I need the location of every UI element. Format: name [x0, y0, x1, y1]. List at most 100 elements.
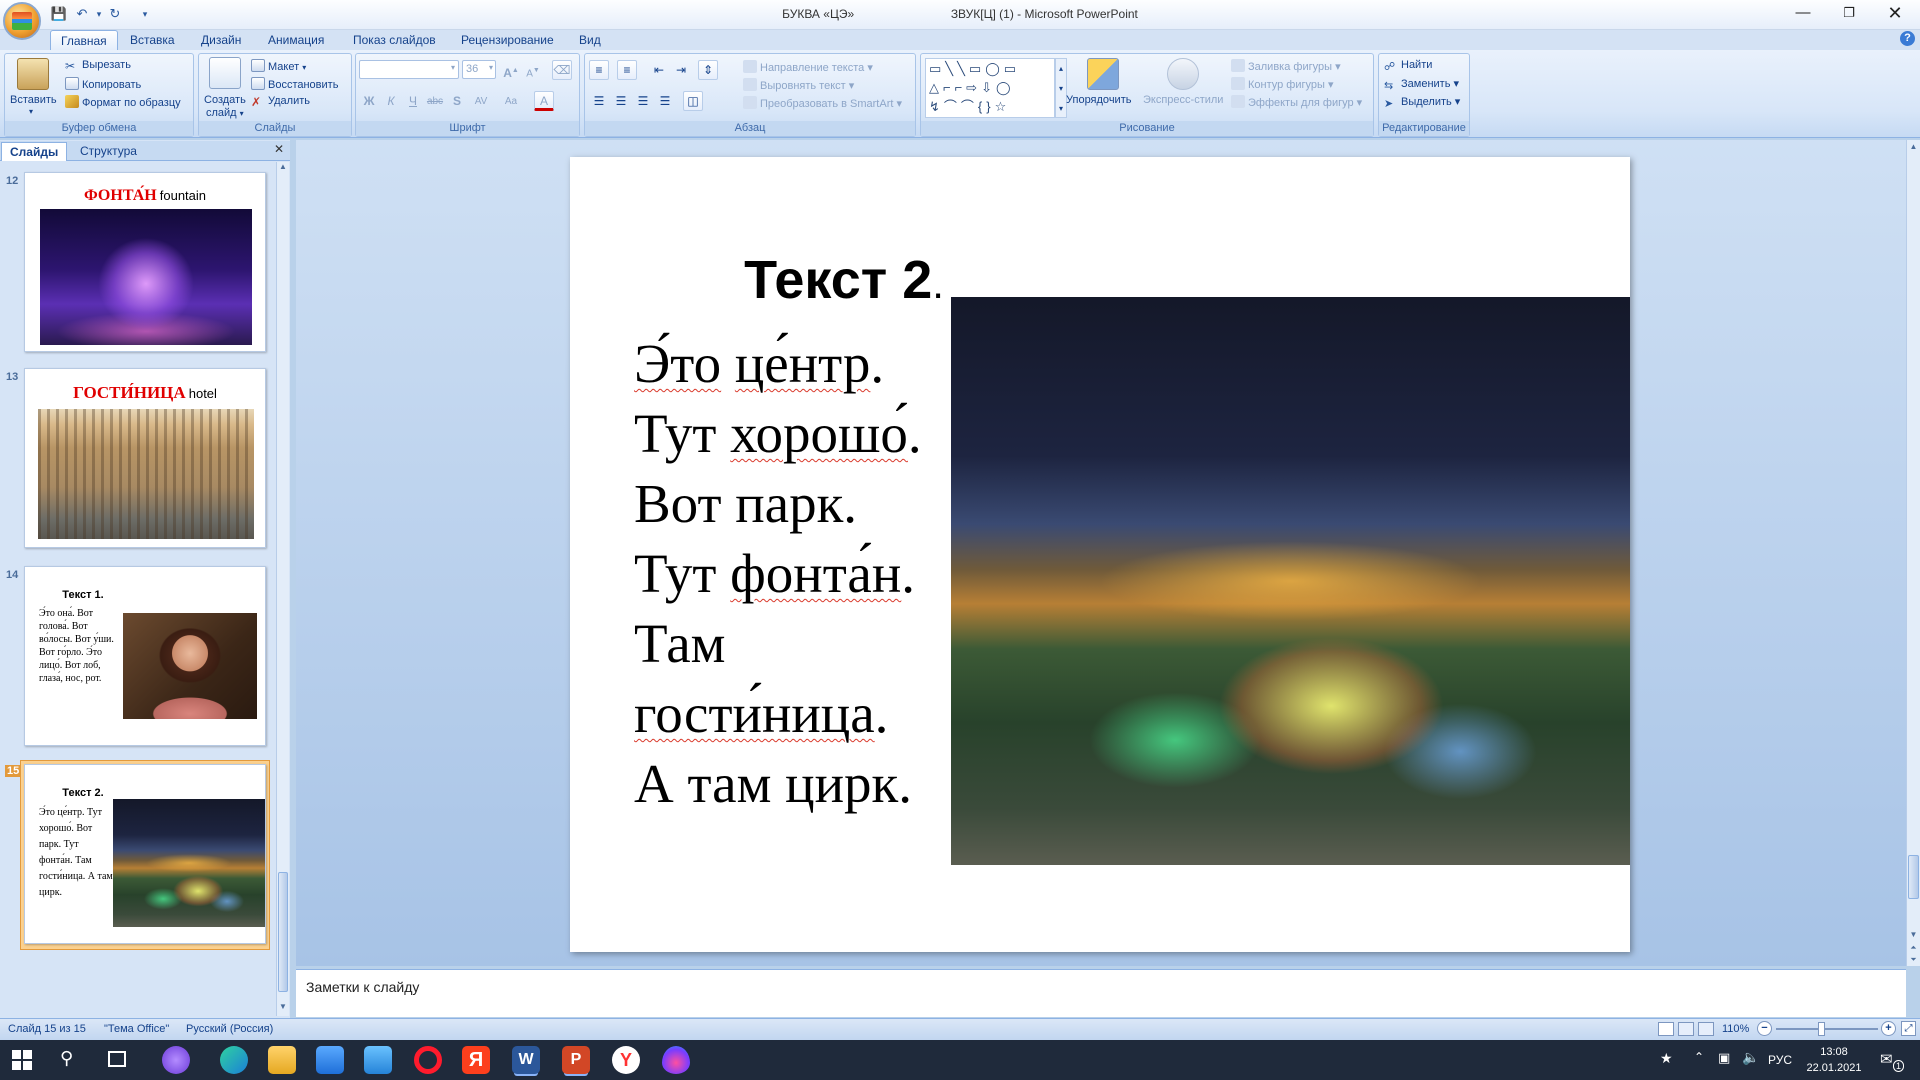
- mail-icon[interactable]: [364, 1046, 392, 1074]
- next-slide-icon[interactable]: ⏷: [1907, 955, 1920, 965]
- word-icon[interactable]: W: [512, 1046, 540, 1074]
- notifications-icon[interactable]: ✉: [1880, 1050, 1893, 1068]
- strikethrough-icon[interactable]: abc: [425, 91, 445, 111]
- tab-home[interactable]: Главная: [50, 30, 118, 51]
- scroll-up-icon[interactable]: ▲: [277, 162, 289, 176]
- edge-icon[interactable]: [220, 1046, 248, 1074]
- yandex-browser-icon[interactable]: Y: [612, 1046, 640, 1074]
- pane-scroll-thumb[interactable]: [278, 872, 288, 992]
- close-pane-icon[interactable]: ✕: [274, 142, 284, 156]
- slide-canvas[interactable]: Текст 2. Э́то це́нтр. Тут хорошо́. Вот п…: [570, 157, 1630, 952]
- shapes-gallery[interactable]: ▭╲╲▭◯▭ △⌐⌐⇨⇩◯ ↯⌒⌒{}☆: [925, 58, 1055, 118]
- city-center-photo[interactable]: [951, 297, 1630, 865]
- minimize-icon[interactable]: —: [1780, 0, 1826, 28]
- text-direction-button[interactable]: Направление текста ▾: [743, 60, 873, 74]
- bullets-icon[interactable]: ≡: [589, 60, 609, 80]
- pane-scrollbar[interactable]: ▲ ▼: [276, 162, 289, 1016]
- task-view-icon[interactable]: [108, 1051, 126, 1067]
- layout-button[interactable]: Макет ▾: [251, 59, 306, 73]
- thumbnail-slide-12[interactable]: ФОНТА́Н fountain: [24, 172, 266, 352]
- network-icon[interactable]: ▣: [1718, 1050, 1730, 1066]
- font-size-field[interactable]: 36 ▾: [462, 60, 496, 79]
- tab-review[interactable]: Рецензирование: [451, 30, 564, 51]
- tab-animation[interactable]: Анимация: [258, 30, 334, 51]
- prev-slide-icon[interactable]: ⏶: [1907, 943, 1920, 953]
- thumbnail-slide-14[interactable]: Текст 1. Э́то она́. Вот голова́. Вот во́…: [24, 566, 266, 746]
- shrink-font-icon[interactable]: A▼: [523, 60, 543, 80]
- scroll-down-icon[interactable]: ▼: [1907, 930, 1920, 939]
- copy-button[interactable]: Копировать: [65, 77, 141, 91]
- shape-effects-button[interactable]: Эффекты для фигур ▾: [1231, 95, 1362, 109]
- search-icon[interactable]: ⚲: [60, 1048, 73, 1069]
- file-explorer-icon[interactable]: [268, 1046, 296, 1074]
- person-icon[interactable]: ★: [1660, 1050, 1673, 1067]
- tray-expand-icon[interactable]: ⌃: [1694, 1050, 1704, 1064]
- align-text-button[interactable]: Выровнять текст ▾: [743, 78, 854, 92]
- tab-insert[interactable]: Вставка: [120, 30, 185, 51]
- help-icon[interactable]: ?: [1900, 31, 1915, 46]
- format-painter-button[interactable]: Формат по образцу: [65, 95, 181, 109]
- zoom-out-icon[interactable]: −: [1757, 1021, 1772, 1036]
- quick-styles-button[interactable]: Экспресс-стили: [1143, 94, 1223, 106]
- windows-start-icon[interactable]: [12, 1050, 32, 1070]
- align-left-icon[interactable]: ☰: [589, 91, 609, 111]
- smartart-button[interactable]: Преобразовать в SmartArt ▾: [743, 96, 902, 110]
- justify-icon[interactable]: ☰: [655, 91, 675, 111]
- font-name-field[interactable]: ▾: [359, 60, 459, 79]
- char-spacing-icon[interactable]: AV: [471, 91, 491, 111]
- volume-icon[interactable]: 🔈: [1742, 1049, 1759, 1066]
- arrange-button[interactable]: Упорядочить: [1066, 94, 1131, 106]
- underline-icon[interactable]: Ч: [403, 91, 423, 111]
- decrease-indent-icon[interactable]: ⇤: [649, 60, 669, 80]
- reset-button[interactable]: Восстановить: [251, 77, 338, 91]
- find-button[interactable]: ☍ Найти: [1384, 59, 1432, 73]
- align-right-icon[interactable]: ☰: [633, 91, 653, 111]
- italic-icon[interactable]: К: [381, 91, 401, 111]
- slideshow-view-icon[interactable]: [1698, 1022, 1714, 1036]
- paint-drop-icon[interactable]: [662, 1046, 690, 1074]
- align-center-icon[interactable]: ☰: [611, 91, 631, 111]
- shape-fill-button[interactable]: Заливка фигуры ▾: [1231, 59, 1341, 73]
- opera-icon[interactable]: [414, 1046, 442, 1074]
- editor-scroll-thumb[interactable]: [1908, 855, 1919, 899]
- select-button[interactable]: ➤ Выделить ▾: [1384, 95, 1460, 110]
- zoom-level[interactable]: 110%: [1722, 1023, 1749, 1035]
- thumbnail-slide-15[interactable]: Текст 2. Э́то це́нтр. Тут хорошо́. Вот п…: [24, 764, 266, 944]
- alice-icon[interactable]: [162, 1046, 190, 1074]
- tab-slideshow[interactable]: Показ слайдов: [343, 30, 446, 51]
- slide-body-text[interactable]: Э́то це́нтр. Тут хорошо́. Вот парк. Тут …: [634, 329, 954, 819]
- clock[interactable]: 13:08 22.01.2021: [1806, 1044, 1862, 1076]
- tab-slides[interactable]: Слайды: [1, 142, 68, 161]
- notes-pane[interactable]: Заметки к слайду: [296, 969, 1906, 1017]
- paste-button[interactable]: Вставить: [10, 94, 57, 106]
- normal-view-icon[interactable]: [1658, 1022, 1674, 1036]
- line-spacing-icon[interactable]: ⇕: [698, 60, 718, 80]
- delete-button[interactable]: ✗ Удалить: [251, 95, 310, 109]
- scroll-down-icon[interactable]: ▼: [277, 1002, 289, 1016]
- restore-icon[interactable]: ❐: [1826, 0, 1872, 28]
- sorter-view-icon[interactable]: [1678, 1022, 1694, 1036]
- numbering-icon[interactable]: ≡: [617, 60, 637, 80]
- editor-scrollbar[interactable]: ▲ ▼ ⏶ ⏷: [1906, 140, 1920, 966]
- input-language[interactable]: РУС: [1768, 1053, 1792, 1067]
- increase-indent-icon[interactable]: ⇥: [671, 60, 691, 80]
- tab-design[interactable]: Дизайн: [191, 30, 251, 51]
- change-case-icon[interactable]: Aa: [501, 91, 521, 111]
- scroll-up-icon[interactable]: ▲: [1907, 142, 1920, 151]
- language-indicator[interactable]: Русский (Россия): [186, 1023, 273, 1035]
- clear-format-icon[interactable]: ⌫: [552, 60, 572, 80]
- office-button[interactable]: [3, 2, 41, 40]
- tab-view[interactable]: Вид: [569, 30, 611, 51]
- fit-to-window-icon[interactable]: ⤢: [1901, 1021, 1916, 1036]
- zoom-slider-thumb[interactable]: [1818, 1022, 1825, 1036]
- tab-outline[interactable]: Структура: [72, 142, 145, 161]
- cut-button[interactable]: ✂ Вырезать: [65, 59, 131, 73]
- replace-button[interactable]: ⇆ Заменить ▾: [1384, 77, 1459, 92]
- close-icon[interactable]: ✕: [1872, 0, 1918, 28]
- columns-icon[interactable]: ◫: [683, 91, 703, 111]
- grow-font-icon[interactable]: A▲: [501, 60, 521, 80]
- new-slide-button-line2[interactable]: слайд ▾: [206, 107, 244, 119]
- powerpoint-icon[interactable]: P: [562, 1046, 590, 1074]
- shadow-icon[interactable]: S: [447, 91, 467, 111]
- font-color-icon[interactable]: A: [534, 91, 554, 111]
